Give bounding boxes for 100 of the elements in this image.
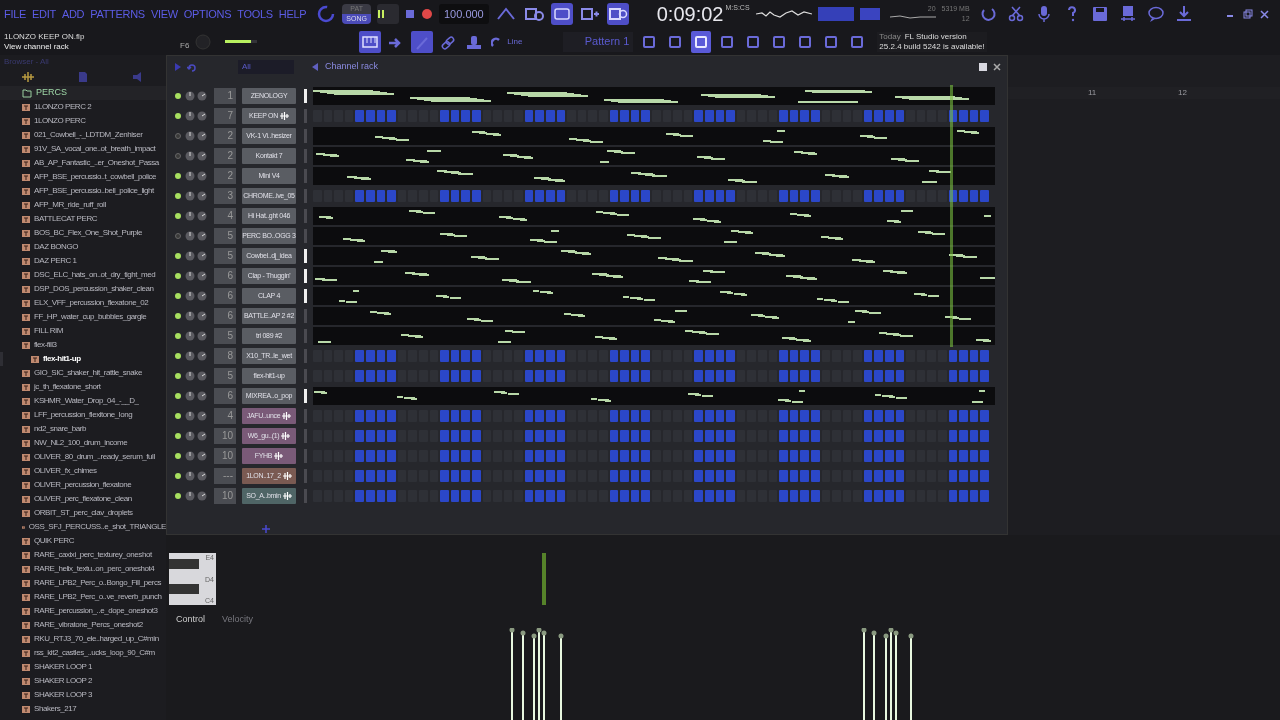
audio-file-icon[interactable] xyxy=(22,201,30,209)
pan-knob[interactable] xyxy=(185,411,195,421)
mixer-track-number[interactable]: 5 xyxy=(214,228,236,244)
browser-sample[interactable]: Shakers_217 xyxy=(34,703,77,715)
audio-file-icon[interactable] xyxy=(22,425,30,433)
volume-knob[interactable] xyxy=(197,431,207,441)
pause-icon[interactable] xyxy=(376,10,385,18)
select-indicator[interactable] xyxy=(304,349,307,363)
mixer-track-number[interactable]: 5 xyxy=(214,328,236,344)
close-icon[interactable] xyxy=(1259,8,1270,20)
mute-light[interactable] xyxy=(175,313,181,319)
filter-dropdown[interactable]: All xyxy=(238,60,294,74)
audio-file-icon[interactable] xyxy=(22,509,30,517)
audio-file-icon[interactable] xyxy=(22,327,30,335)
volume-knob[interactable] xyxy=(197,111,207,121)
pan-knob[interactable] xyxy=(185,131,195,141)
browser-sample[interactable]: AFP_BSE_percussio..t_cowbell_police xyxy=(34,171,157,183)
browser-sample[interactable]: OLIVER_80_drum_..ready_serum_full xyxy=(34,451,155,463)
news-text[interactable]: 25.2.4 build 5242 is available! xyxy=(879,41,985,52)
mixer-track-number[interactable]: 10 xyxy=(214,428,236,444)
pan-knob[interactable] xyxy=(185,291,195,301)
browser-sample[interactable]: flex-hit1-up xyxy=(43,353,81,365)
browser-sample[interactable]: RARE_caxixi_perc_texturey_oneshot xyxy=(34,549,152,561)
mixer-track-number[interactable]: 6 xyxy=(214,308,236,324)
audio-file-icon[interactable] xyxy=(22,593,30,601)
mute-light[interactable] xyxy=(175,493,181,499)
browser-sample[interactable]: RARE_helix_textu..on_perc_oneshot4 xyxy=(34,563,155,575)
mixer-track-number[interactable]: 4 xyxy=(214,408,236,424)
speaker-icon[interactable] xyxy=(132,72,144,82)
pan-knob[interactable] xyxy=(185,111,195,121)
browser-sample[interactable]: FF_HP_water_cup_bubbles_gargle xyxy=(34,311,147,323)
select-indicator[interactable] xyxy=(304,89,307,103)
select-indicator[interactable] xyxy=(304,149,307,163)
mute-light[interactable] xyxy=(175,253,181,259)
browser-sample[interactable]: AFP_BSE_percussio..bell_police_light xyxy=(34,185,154,197)
pan-knob[interactable] xyxy=(185,231,195,241)
browser-sample[interactable]: DAZ PERC 1 xyxy=(34,255,77,267)
volume-knob[interactable] xyxy=(197,311,207,321)
audio-file-icon[interactable] xyxy=(22,131,30,139)
mute-light[interactable] xyxy=(175,333,181,339)
browser-sample[interactable]: OLIVER_perc_flexatone_clean xyxy=(34,493,132,505)
browser-sample[interactable]: RARE_LPB2_Perc_o..ve_reverb_punch xyxy=(34,591,162,603)
mute-light[interactable] xyxy=(175,293,181,299)
mute-light[interactable] xyxy=(175,273,181,279)
audio-file-icon[interactable] xyxy=(22,117,30,125)
volume-knob[interactable] xyxy=(197,451,207,461)
volume-knob[interactable] xyxy=(197,351,207,361)
audio-file-icon[interactable] xyxy=(22,635,30,643)
control-label[interactable]: Control xyxy=(176,613,205,627)
browser-sample[interactable]: BATTLECAT PERC xyxy=(34,213,98,225)
audio-file-icon[interactable] xyxy=(22,285,30,293)
menu-item[interactable]: EDIT xyxy=(32,5,56,23)
browser-sample[interactable]: KSHMR_Water_Drop_04_-__D_ xyxy=(34,395,139,407)
audio-file-icon[interactable] xyxy=(22,579,30,587)
mixer-track-number[interactable]: 4 xyxy=(214,208,236,224)
browser-sample[interactable]: QUIK PERC xyxy=(34,535,74,547)
browser-sample[interactable]: 1LONZO PERC xyxy=(34,115,86,127)
pause-button[interactable] xyxy=(376,4,399,24)
audio-file-icon[interactable] xyxy=(22,411,30,419)
add-channel-icon[interactable] xyxy=(262,525,270,533)
select-indicator[interactable] xyxy=(304,369,307,383)
mixer-track-number[interactable]: 10 xyxy=(214,448,236,464)
pan-knob[interactable] xyxy=(185,371,195,381)
dial-knob-icon[interactable] xyxy=(316,4,337,24)
audio-file-icon[interactable] xyxy=(22,551,30,559)
volume-knob[interactable] xyxy=(197,471,207,481)
record-icon[interactable] xyxy=(420,8,433,20)
select-indicator[interactable] xyxy=(304,309,307,323)
play-arrow-icon[interactable] xyxy=(175,63,181,71)
volume-knob[interactable] xyxy=(197,371,207,381)
pan-knob[interactable] xyxy=(185,391,195,401)
audio-file-icon[interactable] xyxy=(22,705,30,713)
mute-light[interactable] xyxy=(175,93,181,99)
audio-file-icon[interactable] xyxy=(22,439,30,447)
volume-knob[interactable] xyxy=(197,231,207,241)
browser-sample[interactable]: SHAKER LOOP 3 xyxy=(34,689,93,701)
pan-knob[interactable] xyxy=(185,271,195,281)
browser-sample[interactable]: DSC_ELC_hats_on..ot_dry_tight_med xyxy=(34,269,156,281)
pan-knob[interactable] xyxy=(185,491,195,501)
audio-file-icon[interactable] xyxy=(22,481,30,489)
audio-file-icon[interactable] xyxy=(22,523,25,531)
audio-file-icon[interactable] xyxy=(22,257,30,265)
browser-sample[interactable]: FILL RIM xyxy=(34,325,63,337)
audio-file-icon[interactable] xyxy=(22,467,30,475)
volume-knob[interactable] xyxy=(197,291,207,301)
mixer-track-number[interactable]: 3 xyxy=(214,188,236,204)
pattern-selector[interactable]: Pattern 1 xyxy=(563,31,634,52)
audio-file-icon[interactable] xyxy=(22,677,30,685)
audio-file-icon[interactable] xyxy=(22,397,30,405)
pan-knob[interactable] xyxy=(185,431,195,441)
volume-knob[interactable] xyxy=(197,271,207,281)
browser-sample[interactable]: DAZ BONGO xyxy=(34,241,78,253)
audio-file-icon[interactable] xyxy=(22,369,30,377)
pan-knob[interactable] xyxy=(185,211,195,221)
menu-item[interactable]: OPTIONS xyxy=(183,5,232,23)
tempo-display[interactable]: 100.000 xyxy=(438,3,489,25)
volume-knob[interactable] xyxy=(197,491,207,501)
pan-knob[interactable] xyxy=(185,151,195,161)
audio-file-icon[interactable] xyxy=(22,453,30,461)
volume-knob[interactable] xyxy=(197,151,207,161)
